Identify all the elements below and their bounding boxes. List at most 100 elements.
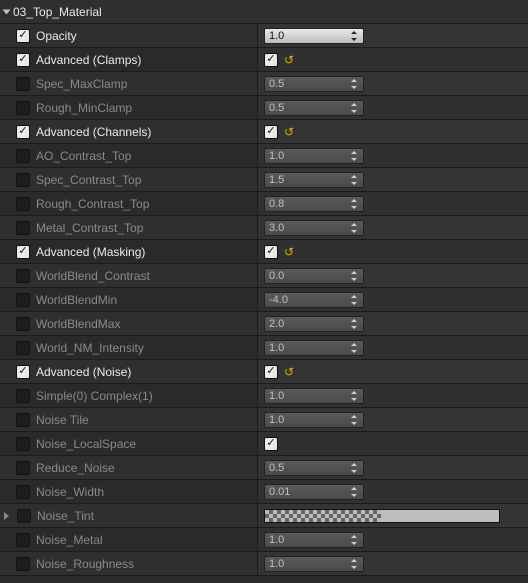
numeric-spinner[interactable]: 1.0 <box>264 532 364 548</box>
label-cell: Noise_Width <box>0 480 258 503</box>
value-cell: 0.01 <box>258 480 528 503</box>
override-checkbox[interactable] <box>16 293 30 307</box>
value-cell: 1.0 <box>258 408 528 431</box>
spinner-value: 1.0 <box>269 558 284 570</box>
label-cell: Noise_Roughness <box>0 552 258 575</box>
value-cell: 2.0 <box>258 312 528 335</box>
override-checkbox[interactable] <box>16 437 30 451</box>
override-checkbox[interactable] <box>16 29 30 43</box>
override-checkbox[interactable] <box>16 101 30 115</box>
property-row-noise-tint: Noise_Tint <box>0 504 528 528</box>
property-row-spec-contrast: Spec_Contrast_Top 1.5 <box>0 168 528 192</box>
numeric-spinner[interactable]: 1.0 <box>264 340 364 356</box>
label-cell: Spec_Contrast_Top <box>0 168 258 191</box>
property-row-spec-maxclamp: Spec_MaxClamp 0.5 <box>0 72 528 96</box>
label-cell: Advanced (Masking) <box>0 240 258 263</box>
override-checkbox[interactable] <box>16 221 30 235</box>
numeric-spinner[interactable]: 0.8 <box>264 196 364 212</box>
property-row-noise-width: Noise_Width 0.01 <box>0 480 528 504</box>
spinner-grip-icon <box>349 31 359 41</box>
section-header[interactable]: 03_Top_Material <box>0 0 528 24</box>
label-cell: Advanced (Noise) <box>0 360 258 383</box>
numeric-spinner[interactable]: 0.01 <box>264 484 364 500</box>
spinner-grip-icon <box>349 415 359 425</box>
value-cell: 0.5 <box>258 96 528 119</box>
override-checkbox[interactable] <box>16 269 30 283</box>
override-checkbox[interactable] <box>16 365 30 379</box>
value-cell <box>258 504 528 527</box>
property-row-rough-contrast: Rough_Contrast_Top 0.8 <box>0 192 528 216</box>
override-checkbox[interactable] <box>16 245 30 259</box>
numeric-spinner[interactable]: 1.0 <box>264 148 364 164</box>
value-checkbox[interactable] <box>264 245 278 259</box>
value-cell: 1.0 <box>258 144 528 167</box>
override-checkbox[interactable] <box>16 149 30 163</box>
property-row-noise-metal: Noise_Metal1.0 <box>0 528 528 552</box>
property-row-wb-contrast: WorldBlend_Contrast0.0 <box>0 264 528 288</box>
numeric-spinner[interactable]: 0.5 <box>264 76 364 92</box>
numeric-spinner[interactable]: -4.0 <box>264 292 364 308</box>
numeric-spinner[interactable]: 1.0 <box>264 388 364 404</box>
override-checkbox[interactable] <box>16 485 30 499</box>
reset-to-default-icon[interactable]: ↺ <box>284 366 294 378</box>
override-checkbox[interactable] <box>17 509 31 523</box>
numeric-spinner[interactable]: 1.5 <box>264 172 364 188</box>
spinner-grip-icon <box>349 103 359 113</box>
property-row-noise-local: Noise_LocalSpace <box>0 432 528 456</box>
value-checkbox[interactable] <box>264 365 278 379</box>
numeric-spinner[interactable]: 0.5 <box>264 100 364 116</box>
spinner-value: 0.5 <box>269 102 284 114</box>
numeric-spinner[interactable]: 2.0 <box>264 316 364 332</box>
property-row-noise-rough: Noise_Roughness 1.0 <box>0 552 528 576</box>
spinner-grip-icon <box>349 343 359 353</box>
reset-to-default-icon[interactable]: ↺ <box>284 54 294 66</box>
override-checkbox[interactable] <box>16 413 30 427</box>
property-label: Noise Tile <box>36 413 89 427</box>
color-swatch[interactable] <box>264 509 500 523</box>
label-cell: Simple(0) Complex(1) <box>0 384 258 407</box>
override-checkbox[interactable] <box>16 389 30 403</box>
property-label: Advanced (Clamps) <box>36 53 141 67</box>
expand-triangle-icon[interactable] <box>4 512 9 520</box>
override-checkbox[interactable] <box>16 197 30 211</box>
label-cell: Metal_Contrast_Top <box>0 216 258 239</box>
spinner-value: 1.5 <box>269 174 284 186</box>
override-checkbox[interactable] <box>16 557 30 571</box>
reset-to-default-icon[interactable]: ↺ <box>284 246 294 258</box>
spinner-value: 2.0 <box>269 318 284 330</box>
override-checkbox[interactable] <box>16 173 30 187</box>
value-checkbox[interactable] <box>264 125 278 139</box>
spinner-grip-icon <box>349 79 359 89</box>
override-checkbox[interactable] <box>16 461 30 475</box>
spinner-grip-icon <box>349 199 359 209</box>
property-row-rough-minclamp: Rough_MinClamp 0.5 <box>0 96 528 120</box>
numeric-spinner[interactable]: 0.5 <box>264 460 364 476</box>
numeric-spinner[interactable]: 0.0 <box>264 268 364 284</box>
label-cell: World_NM_Intensity <box>0 336 258 359</box>
section-title: 03_Top_Material <box>13 5 102 19</box>
numeric-spinner[interactable]: 1.0 <box>264 556 364 572</box>
override-checkbox[interactable] <box>16 341 30 355</box>
numeric-spinner[interactable]: 1.0 <box>264 28 364 44</box>
property-label: World_NM_Intensity <box>36 341 144 355</box>
label-cell: Noise_LocalSpace <box>0 432 258 455</box>
property-row-noise-tile: Noise Tile 1.0 <box>0 408 528 432</box>
collapse-triangle-icon[interactable] <box>3 9 11 14</box>
spinner-grip-icon <box>349 463 359 473</box>
override-checkbox[interactable] <box>16 317 30 331</box>
numeric-spinner[interactable]: 1.0 <box>264 412 364 428</box>
property-label: Spec_MaxClamp <box>36 77 127 91</box>
reset-to-default-icon[interactable]: ↺ <box>284 126 294 138</box>
override-checkbox[interactable] <box>16 533 30 547</box>
numeric-spinner[interactable]: 3.0 <box>264 220 364 236</box>
details-panel: 03_Top_Material Opacity1.0Advanced (Clam… <box>0 0 528 576</box>
override-checkbox[interactable] <box>16 53 30 67</box>
property-label: Noise_Roughness <box>36 557 134 571</box>
value-checkbox[interactable] <box>264 437 278 451</box>
override-checkbox[interactable] <box>16 77 30 91</box>
spinner-grip-icon <box>349 535 359 545</box>
property-label: Rough_Contrast_Top <box>36 197 149 211</box>
label-cell: Rough_MinClamp <box>0 96 258 119</box>
value-checkbox[interactable] <box>264 53 278 67</box>
override-checkbox[interactable] <box>16 125 30 139</box>
